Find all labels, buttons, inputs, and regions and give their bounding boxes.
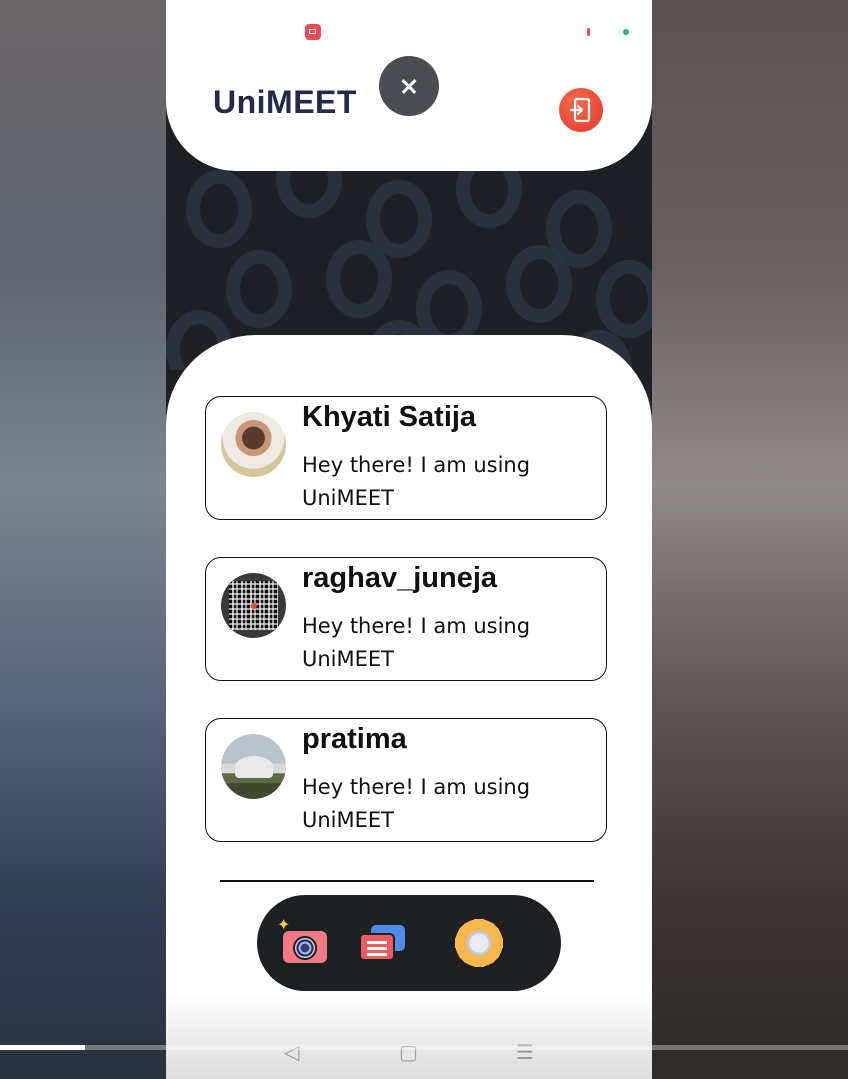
contact-card[interactable]: raghav_juneja Hey there! I am using UniM…: [205, 557, 607, 681]
contact-card[interactable]: Khyati Satija Hey there! I am using UniM…: [205, 396, 607, 520]
video-background-left: [0, 0, 166, 1079]
video-progress-fill: [0, 1045, 85, 1050]
video-progress-track[interactable]: [0, 1045, 848, 1050]
screen-record-icon: [305, 24, 321, 40]
camera-icon[interactable]: ✦: [277, 917, 331, 969]
logout-button[interactable]: [559, 88, 603, 132]
menu-icon[interactable]: ☰: [516, 1040, 534, 1064]
contact-name: raghav_juneja: [302, 562, 498, 594]
avatar: [221, 573, 286, 638]
avatar: [221, 412, 286, 477]
avatar: [221, 734, 286, 799]
status-indicator-red: [587, 28, 590, 36]
bottom-navbar: ✦: [257, 895, 561, 991]
back-icon[interactable]: ◁: [284, 1040, 299, 1064]
phone-screen: UniMEET Khyati Satija Hey there! I am us…: [166, 0, 652, 1079]
contact-card[interactable]: pratima Hey there! I am using UniMEET: [205, 718, 607, 842]
contact-status: Hey there! I am using UniMEET: [302, 453, 531, 510]
settings-icon[interactable]: [445, 909, 513, 977]
chat-icon[interactable]: [357, 919, 409, 969]
system-navigation-bar: [166, 995, 652, 1079]
contact-name: pratima: [302, 723, 407, 755]
list-divider: [220, 880, 594, 882]
contact-status: Hey there! I am using UniMEET: [302, 775, 531, 832]
contact-name: Khyati Satija: [302, 401, 477, 433]
video-background-right: [652, 0, 848, 1079]
close-button[interactable]: [379, 56, 439, 116]
status-indicator-green: [623, 29, 629, 35]
app-title: UniMEET: [213, 84, 357, 120]
logout-icon: [569, 97, 591, 123]
contact-status: Hey there! I am using UniMEET: [302, 614, 531, 671]
home-icon[interactable]: ▢: [399, 1040, 418, 1064]
app-header: UniMEET: [166, 0, 652, 171]
